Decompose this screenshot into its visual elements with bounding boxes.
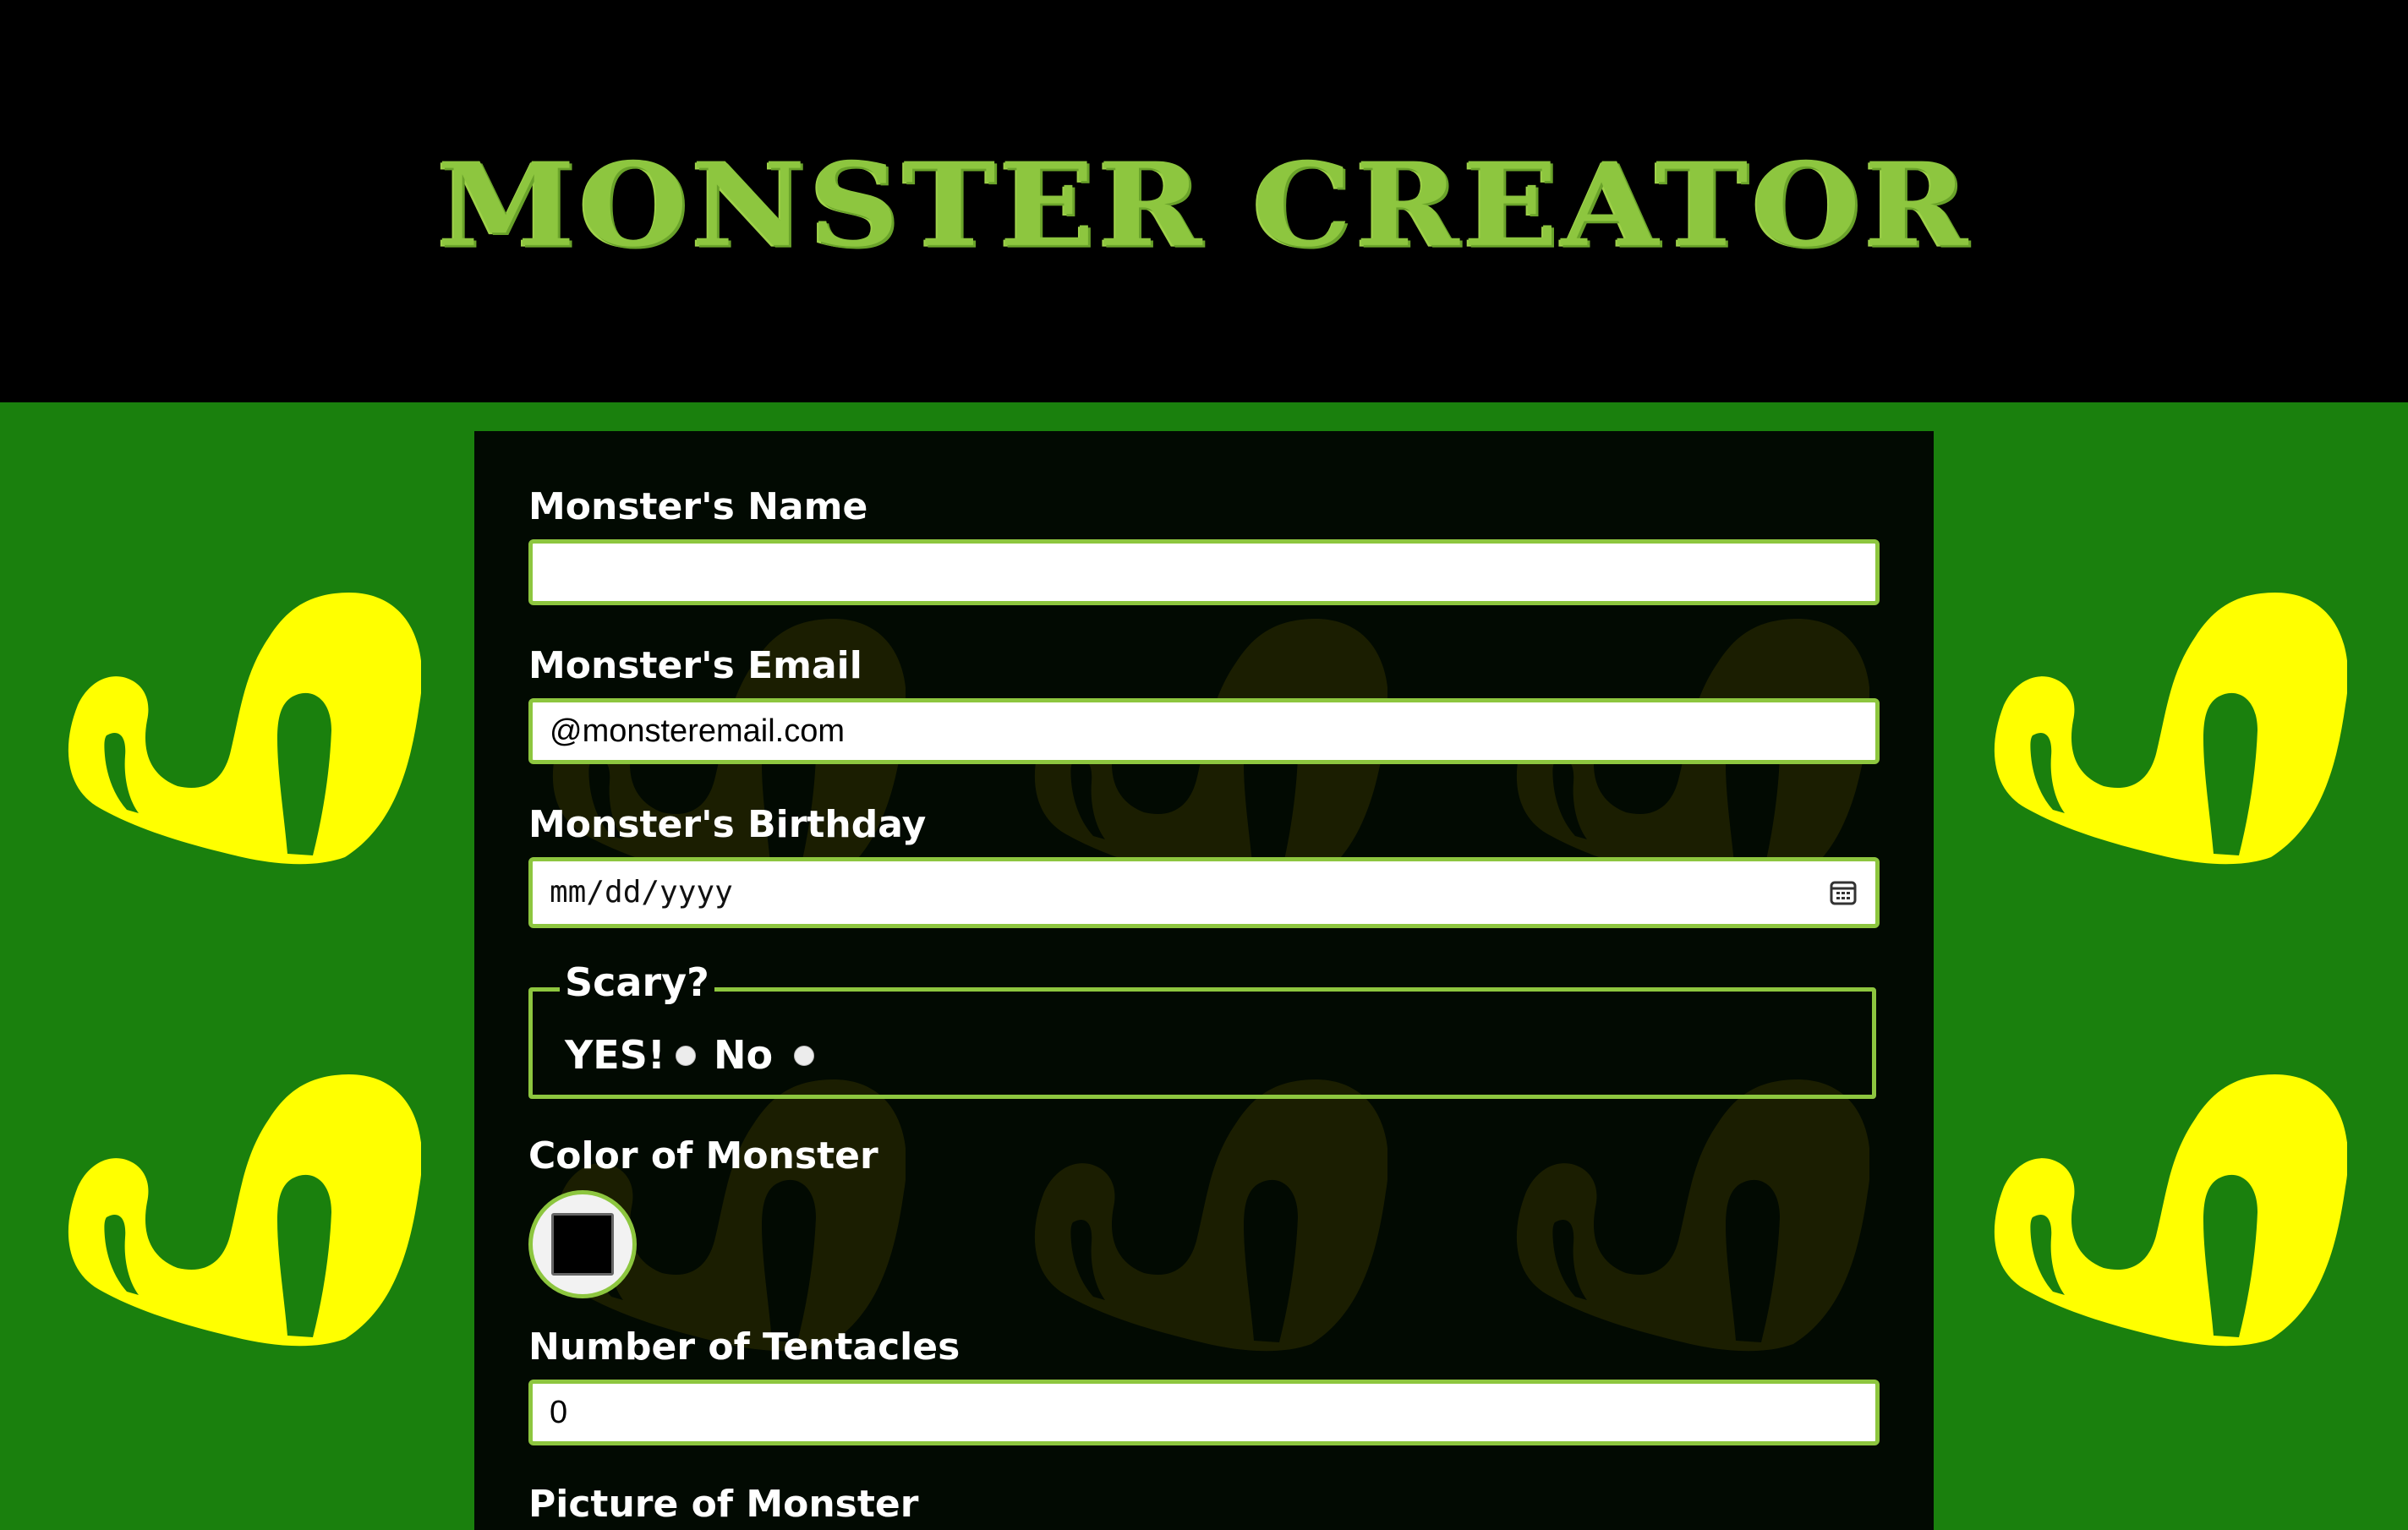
scary-yes-label: YES! [565, 1032, 665, 1078]
monster-eye-icon [1992, 587, 2347, 866]
email-input[interactable] [528, 698, 1880, 764]
name-label: Monster's Name [528, 485, 868, 528]
scary-no-radio[interactable] [794, 1046, 814, 1066]
name-input[interactable] [528, 539, 1880, 605]
monster-form: Monster's Name Monster's Email Monster's… [474, 431, 1934, 1530]
birthday-placeholder: mm/dd/yyyy [550, 875, 733, 910]
scary-fieldset: Scary? YES! No [528, 963, 1876, 1099]
birthday-label: Monster's Birthday [528, 803, 927, 846]
monster-eye-icon [66, 1068, 421, 1347]
color-picker[interactable] [528, 1190, 637, 1298]
monster-eye-icon [66, 587, 421, 866]
picture-label: Picture of Monster [528, 1483, 919, 1526]
page-title: MONSTER CREATOR [436, 136, 1972, 273]
email-label: Monster's Email [528, 644, 862, 687]
monster-eye-icon [1992, 1068, 2347, 1347]
birthday-date-input[interactable]: mm/dd/yyyy [528, 857, 1880, 928]
color-swatch-value [551, 1213, 614, 1276]
tentacles-input[interactable] [528, 1380, 1880, 1445]
tentacles-label: Number of Tentacles [528, 1325, 960, 1369]
scary-legend: Scary? [560, 963, 714, 1002]
header: MONSTER CREATOR [0, 0, 2408, 402]
scary-no-label: No [714, 1032, 774, 1078]
scary-yes-radio[interactable] [676, 1046, 696, 1066]
calendar-icon[interactable] [1830, 880, 1857, 905]
color-label: Color of Monster [528, 1134, 878, 1178]
